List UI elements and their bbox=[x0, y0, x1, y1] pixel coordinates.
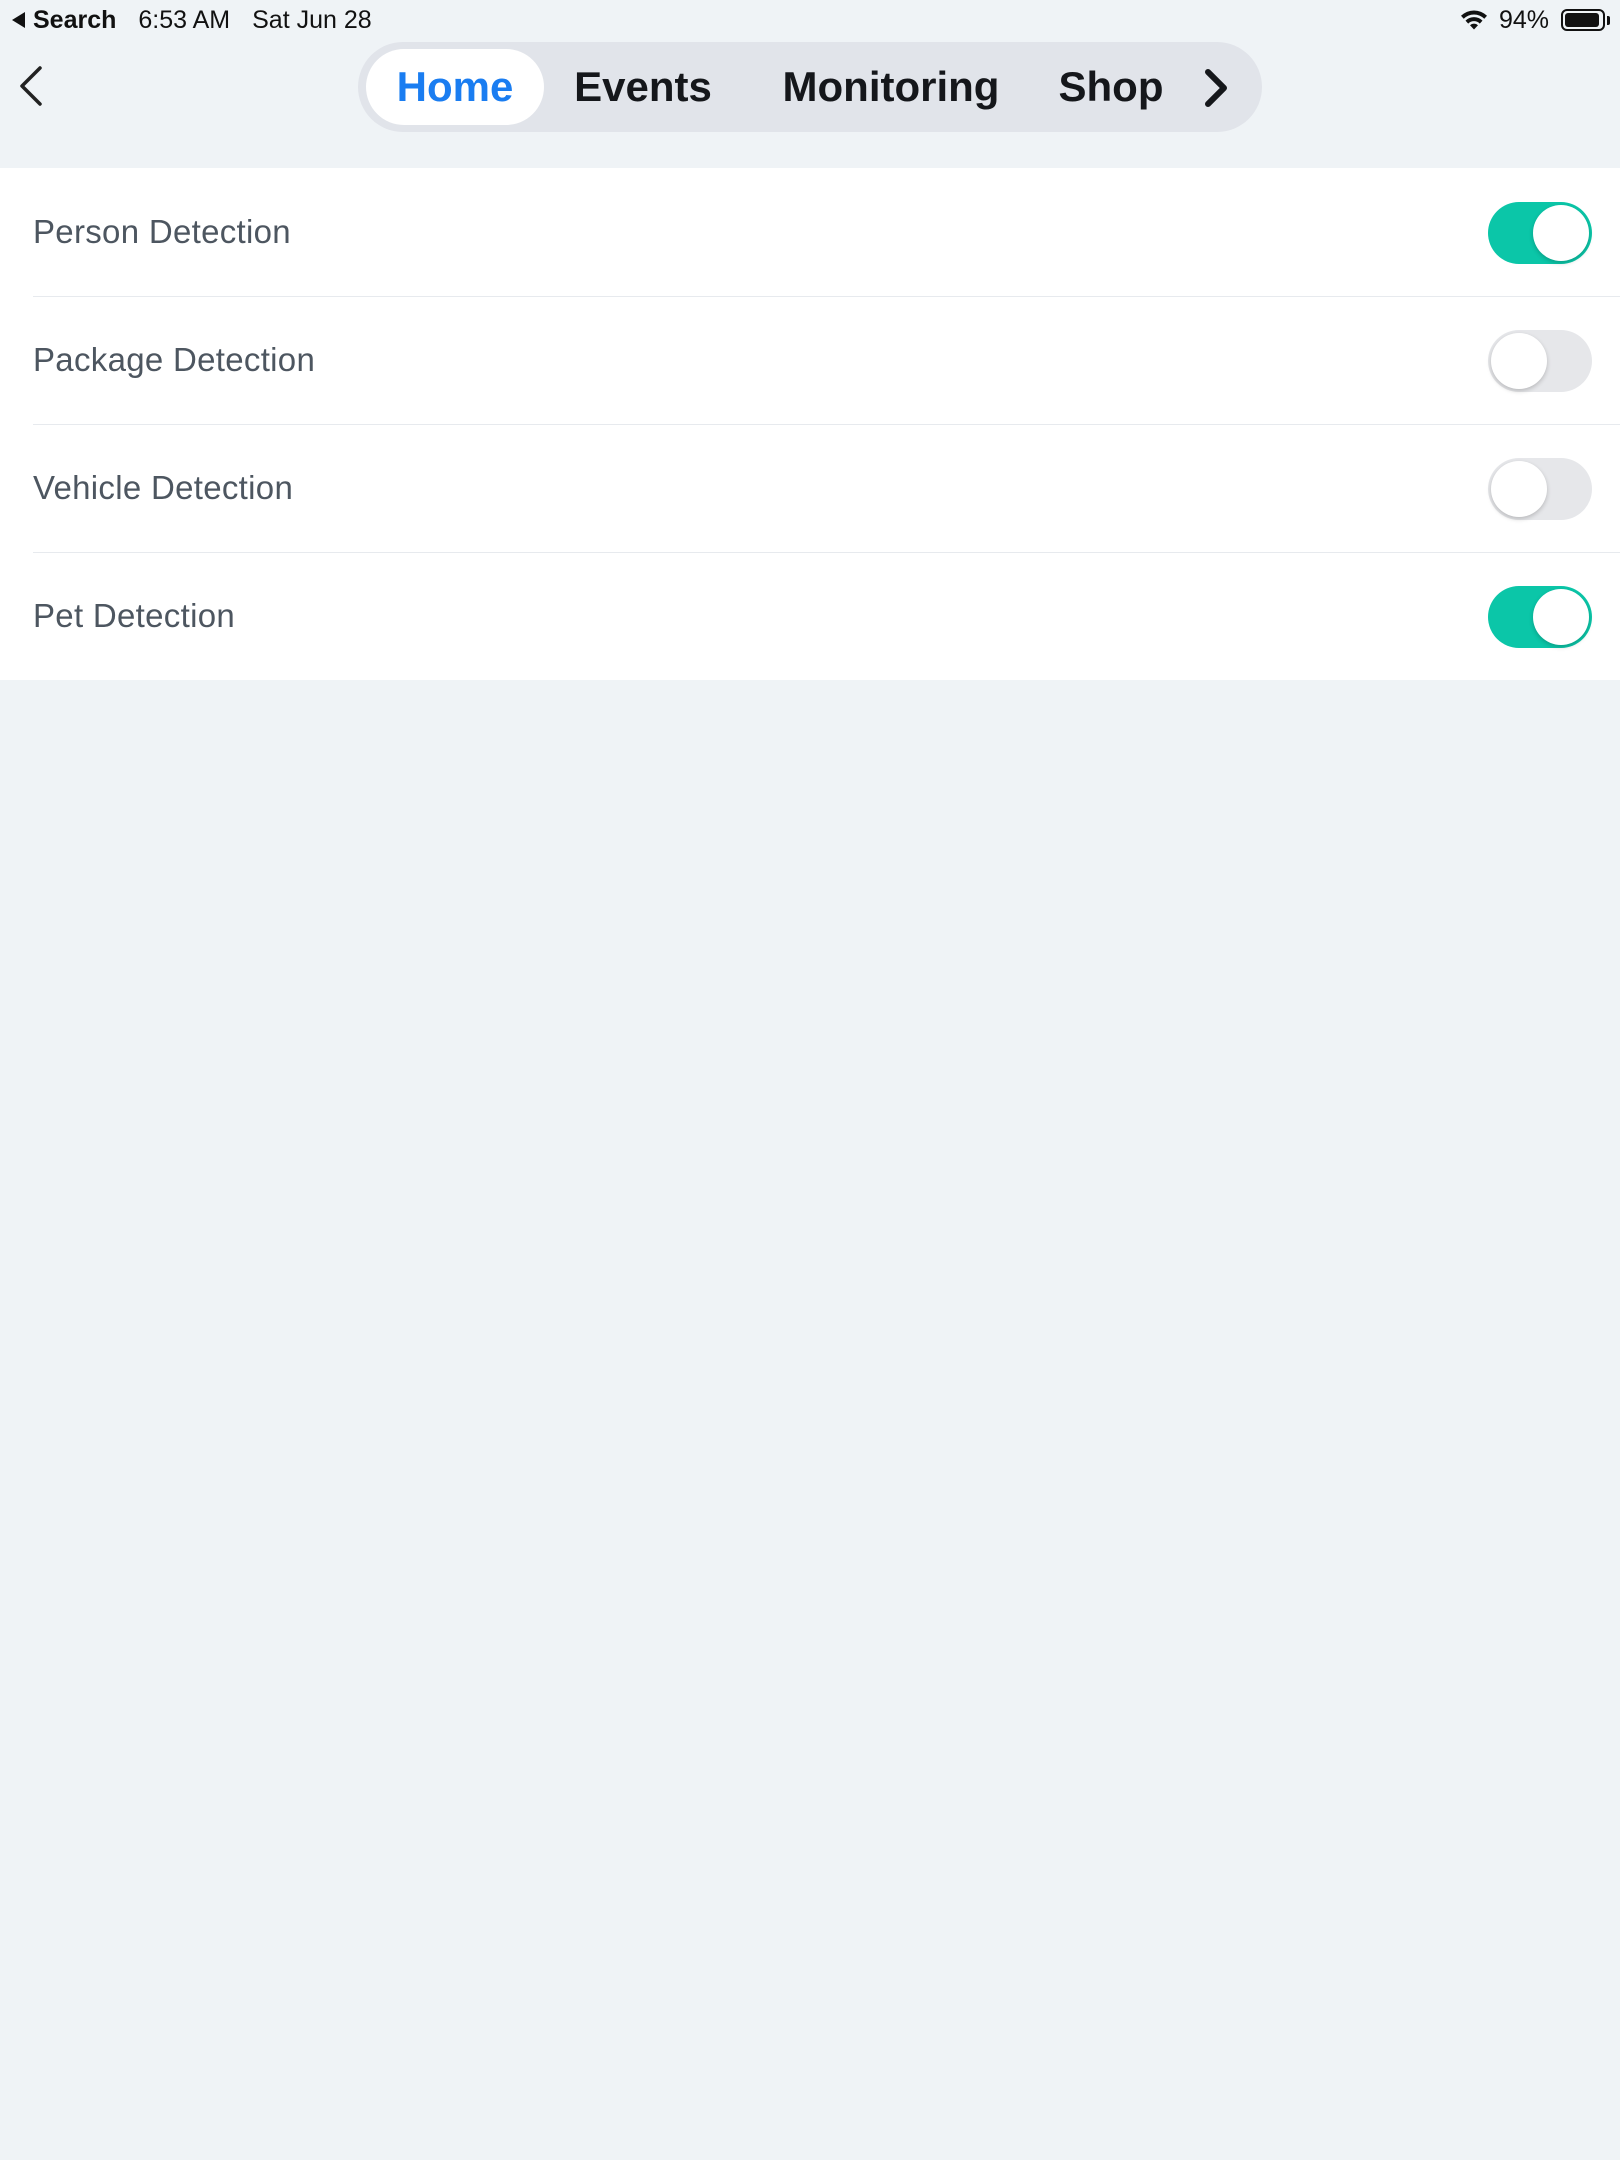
toggle-knob bbox=[1491, 333, 1547, 389]
back-to-app-icon[interactable] bbox=[12, 12, 25, 28]
toggle-knob bbox=[1533, 205, 1589, 261]
setting-label: Package Detection bbox=[33, 341, 316, 378]
setting-label: Person Detection bbox=[33, 213, 291, 250]
back-button[interactable] bbox=[14, 60, 54, 112]
toggle-knob bbox=[1533, 589, 1589, 645]
back-to-app-label[interactable]: Search bbox=[33, 6, 116, 35]
chevron-left-icon bbox=[20, 66, 42, 106]
pet-detection-toggle[interactable] bbox=[1488, 586, 1592, 648]
wifi-icon bbox=[1460, 10, 1487, 30]
status-bar-right: 94% bbox=[1459, 4, 1610, 36]
battery-level-fill bbox=[1565, 13, 1599, 27]
setting-row-package-detection: Package Detection bbox=[0, 296, 1620, 424]
vehicle-detection-toggle[interactable] bbox=[1488, 458, 1592, 520]
setting-row-person-detection: Person Detection bbox=[0, 168, 1620, 296]
setting-label: Pet Detection bbox=[33, 597, 236, 634]
toggle-knob bbox=[1491, 461, 1547, 517]
battery-percentage: 94% bbox=[1498, 5, 1549, 34]
tab-monitoring[interactable]: Monitoring bbox=[766, 49, 1016, 125]
tab-bar: Home Events Monitoring Shop bbox=[358, 42, 1262, 132]
tab-home[interactable]: Home bbox=[366, 49, 544, 125]
battery-nub bbox=[1607, 15, 1610, 25]
status-date: Sat Jun 28 bbox=[252, 5, 372, 34]
package-detection-toggle[interactable] bbox=[1488, 330, 1592, 392]
status-time: 6:53 AM bbox=[138, 5, 231, 34]
setting-row-vehicle-detection: Vehicle Detection bbox=[0, 424, 1620, 552]
chevron-right-icon bbox=[1205, 69, 1227, 107]
tab-events[interactable]: Events bbox=[558, 49, 728, 125]
status-bar: Search 6:53 AM Sat Jun 28 94% bbox=[0, 0, 1620, 40]
tab-scroll-next-button[interactable] bbox=[1196, 66, 1236, 110]
setting-label: Vehicle Detection bbox=[33, 469, 294, 506]
setting-row-pet-detection: Pet Detection bbox=[0, 552, 1620, 680]
detection-settings-list: Person Detection Package Detection Vehic… bbox=[0, 168, 1620, 680]
tab-shop[interactable]: Shop bbox=[1038, 49, 1184, 125]
battery-icon bbox=[1561, 9, 1605, 31]
person-detection-toggle[interactable] bbox=[1488, 202, 1592, 264]
status-bar-left: Search 6:53 AM Sat Jun 28 bbox=[12, 4, 372, 36]
